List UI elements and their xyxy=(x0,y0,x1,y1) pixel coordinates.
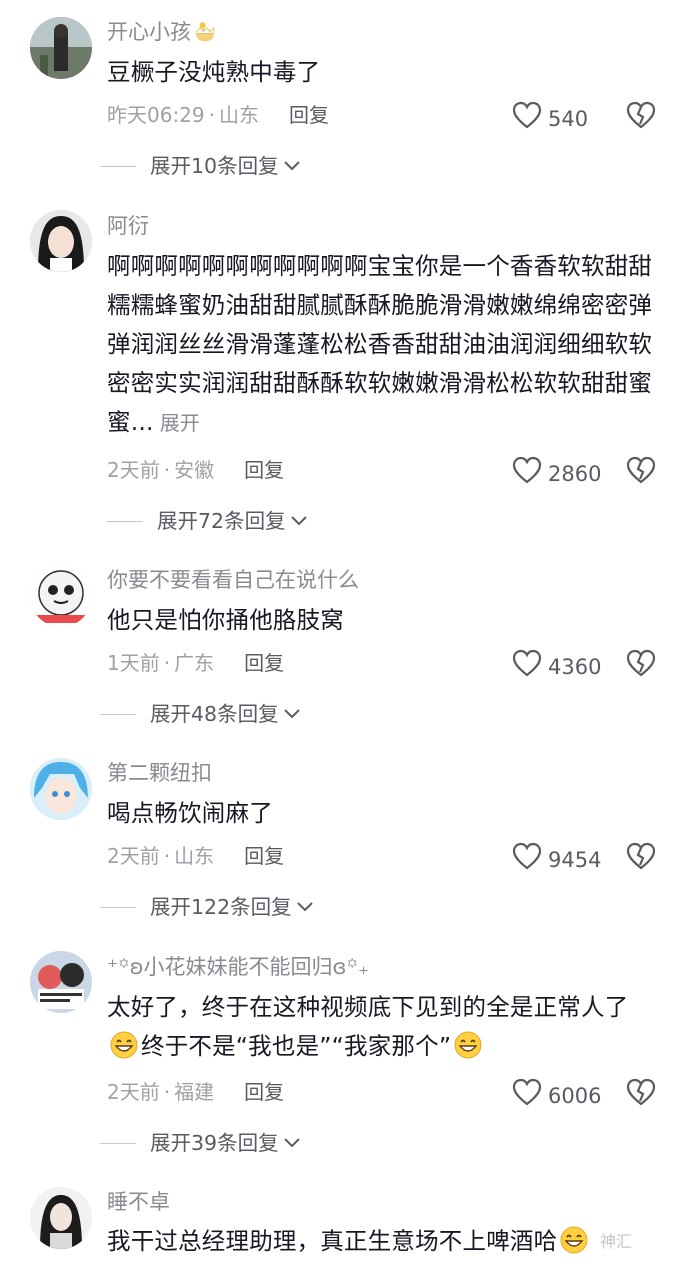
like-button[interactable]: 4360 xyxy=(512,649,601,684)
expand-replies-label: 展开39条回复 xyxy=(150,1131,279,1155)
expand-replies-button[interactable]: 展开122条回复 xyxy=(100,893,314,921)
watermark: 神汇 xyxy=(600,1232,633,1251)
expand-replies-button[interactable]: 展开48条回复 xyxy=(100,700,301,728)
expand-replies-label: 展开48条回复 xyxy=(150,702,279,726)
reply-button[interactable]: 回复 xyxy=(244,844,284,868)
divider-line xyxy=(100,1142,136,1144)
reply-button[interactable]: 回复 xyxy=(289,103,329,127)
divider-line xyxy=(107,520,143,522)
heart-icon xyxy=(512,101,548,136)
heart-icon xyxy=(512,1078,548,1113)
avatar[interactable] xyxy=(30,951,92,1013)
expand-replies-button[interactable]: 展开72条回复 xyxy=(107,507,308,535)
comment-location: 广东 xyxy=(174,651,215,675)
chevron-down-icon xyxy=(290,516,307,526)
comment-location: 山东 xyxy=(174,844,215,868)
comment-time: 昨天06:29 xyxy=(107,103,205,127)
comment-time: 1天前 xyxy=(107,651,160,675)
avatar[interactable] xyxy=(30,210,92,272)
chevron-down-icon xyxy=(283,1138,300,1148)
comment-text: 喝点畅饮闹麻了 xyxy=(107,799,273,827)
like-count: 6006 xyxy=(548,1083,602,1108)
broken-heart-icon xyxy=(626,456,656,484)
comment-location: 福建 xyxy=(174,1080,215,1104)
expand-text-button[interactable]: 展开 xyxy=(160,411,200,435)
reply-button[interactable]: 回复 xyxy=(244,458,284,482)
comment-text: 他只是怕你捅他胳肢窝 xyxy=(107,606,344,634)
comment-location: 安徽 xyxy=(174,458,215,482)
like-button[interactable]: 9454 xyxy=(512,842,601,877)
comment-time: 2天前 xyxy=(107,844,160,868)
comment-username[interactable]: ⁺꙳ʚ小花妹妹能不能回归ɞ꙳₊ xyxy=(107,953,369,981)
broken-heart-icon xyxy=(626,842,656,870)
dislike-button[interactable] xyxy=(626,841,656,871)
comment-time: 2天前 xyxy=(107,1080,160,1104)
broken-heart-icon xyxy=(626,1078,656,1106)
comment-meta: 2天前 · 安徽 回复 xyxy=(107,458,285,482)
grin-emoji-icon xyxy=(109,1030,139,1060)
broken-heart-icon xyxy=(626,101,656,129)
divider-line xyxy=(100,713,136,715)
dislike-button[interactable] xyxy=(626,100,656,130)
expand-replies-label: 展开122条回复 xyxy=(150,895,292,919)
avatar[interactable] xyxy=(30,758,92,820)
avatar[interactable] xyxy=(30,565,92,627)
comment-meta: 2天前 · 山东 回复 xyxy=(107,844,285,868)
expand-replies-label: 展开72条回复 xyxy=(157,509,286,533)
dislike-button[interactable] xyxy=(626,1077,656,1107)
comment-text: 太好了，终于在这种视频底下见到的全是正常人了终于不是“我也是”“我家那个” xyxy=(107,993,629,1060)
divider-line xyxy=(100,165,136,167)
like-button[interactable]: 6006 xyxy=(512,1078,601,1113)
divider-line xyxy=(100,906,136,908)
comment-username[interactable]: 第二颗纽扣 xyxy=(107,759,212,787)
chevron-down-icon xyxy=(283,709,300,719)
comment-username[interactable]: 睡不卓 xyxy=(107,1188,170,1216)
expand-replies-button[interactable]: 展开39条回复 xyxy=(100,1129,301,1157)
comment-text: 豆橛子没炖熟中毒了 xyxy=(107,58,321,86)
avatar[interactable] xyxy=(30,17,92,79)
expand-replies-button[interactable]: 展开10条回复 xyxy=(100,152,301,180)
comment-text: 啊啊啊啊啊啊啊啊啊啊啊宝宝你是一个香香软软甜甜糯糯蜂蜜奶油甜甜腻腻酥酥脆脆滑滑嫩… xyxy=(107,252,653,436)
comment-username[interactable]: 开心小孩 xyxy=(107,18,219,46)
comment-meta: 昨天06:29 · 山东 回复 xyxy=(107,103,329,127)
reply-button[interactable]: 回复 xyxy=(244,1080,284,1104)
dislike-button[interactable] xyxy=(626,455,656,485)
avatar[interactable] xyxy=(30,1187,92,1249)
heart-icon xyxy=(512,456,548,491)
dislike-button[interactable] xyxy=(626,648,656,678)
chick-emoji-icon xyxy=(193,19,217,43)
comment-location: 山东 xyxy=(219,103,259,127)
chevron-down-icon xyxy=(283,161,300,171)
like-count: 2860 xyxy=(548,461,602,486)
comment-meta: 2天前 · 福建 回复 xyxy=(107,1080,285,1104)
grin-emoji-icon xyxy=(559,1225,589,1255)
heart-icon xyxy=(512,842,548,877)
like-count: 9454 xyxy=(548,847,602,872)
heart-icon xyxy=(512,649,548,684)
reply-button[interactable]: 回复 xyxy=(244,651,284,675)
like-count: 4360 xyxy=(548,654,602,679)
comment-username[interactable]: 阿衍 xyxy=(107,212,149,240)
chevron-down-icon xyxy=(296,902,313,912)
like-count: 540 xyxy=(548,106,589,131)
like-button[interactable]: 540 xyxy=(512,101,588,136)
broken-heart-icon xyxy=(626,649,656,677)
comment-time: 2天前 xyxy=(107,458,160,482)
grin-emoji-icon xyxy=(453,1030,483,1060)
comment-meta: 1天前 · 广东 回复 xyxy=(107,651,285,675)
comment-username[interactable]: 你要不要看看自己在说什么 xyxy=(107,566,359,594)
like-button[interactable]: 2860 xyxy=(512,456,601,491)
expand-replies-label: 展开10条回复 xyxy=(150,154,279,178)
